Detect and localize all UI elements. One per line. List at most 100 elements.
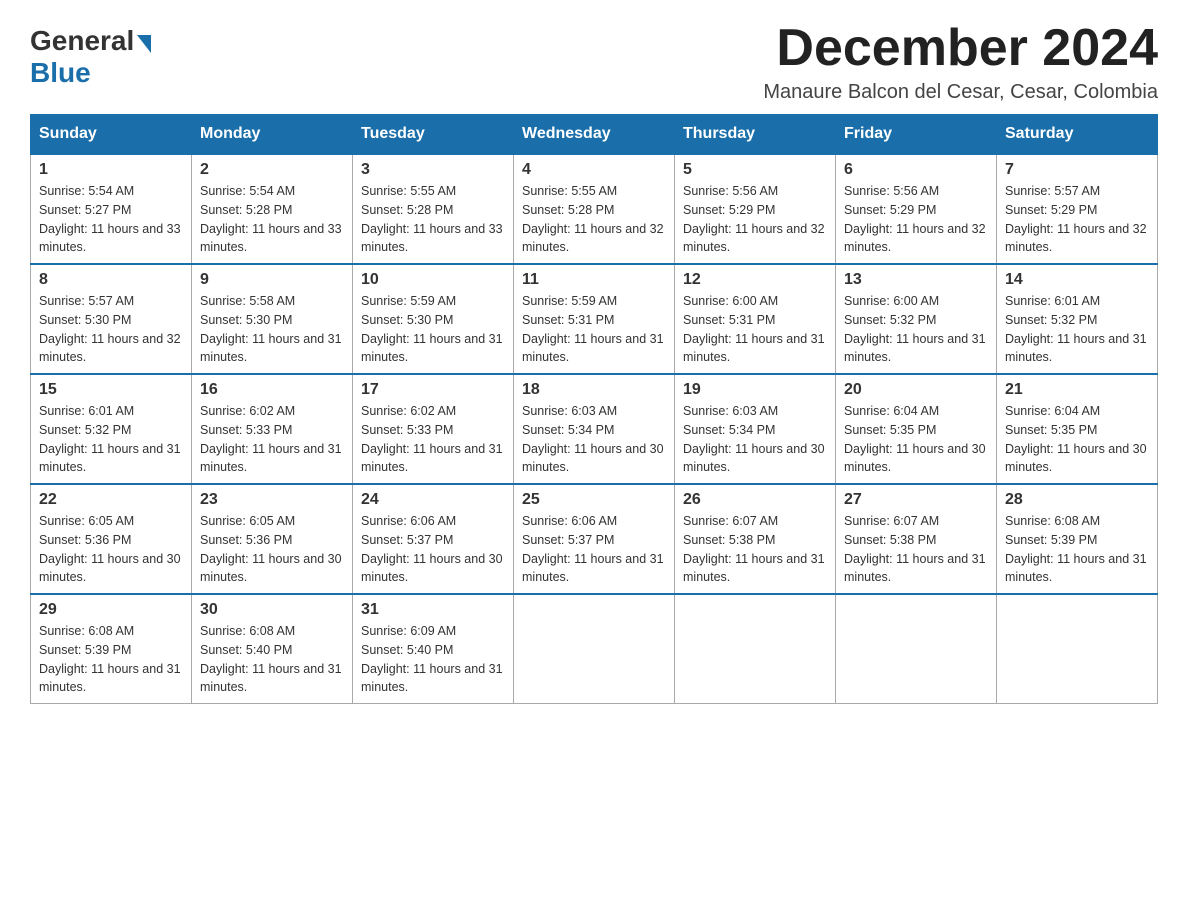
calendar-cell: 5 Sunrise: 5:56 AMSunset: 5:29 PMDayligh… [675,154,836,264]
day-number: 16 [200,381,344,399]
day-info: Sunrise: 6:02 AMSunset: 5:33 PMDaylight:… [361,404,503,474]
logo-arrow-icon [137,35,151,53]
calendar-cell: 2 Sunrise: 5:54 AMSunset: 5:28 PMDayligh… [192,154,353,264]
day-number: 6 [844,161,988,179]
location-subtitle: Manaure Balcon del Cesar, Cesar, Colombi… [763,81,1158,104]
day-info: Sunrise: 6:07 AMSunset: 5:38 PMDaylight:… [844,514,986,584]
day-info: Sunrise: 5:55 AMSunset: 5:28 PMDaylight:… [522,184,664,254]
day-number: 31 [361,601,505,619]
day-info: Sunrise: 6:01 AMSunset: 5:32 PMDaylight:… [1005,294,1147,364]
col-header-wednesday: Wednesday [514,115,675,155]
col-header-monday: Monday [192,115,353,155]
day-number: 1 [39,161,183,179]
day-number: 12 [683,271,827,289]
day-info: Sunrise: 6:04 AMSunset: 5:35 PMDaylight:… [844,404,986,474]
day-number: 4 [522,161,666,179]
day-number: 24 [361,491,505,509]
logo-blue-text: Blue [30,57,91,89]
day-info: Sunrise: 6:07 AMSunset: 5:38 PMDaylight:… [683,514,825,584]
calendar-week-row: 1 Sunrise: 5:54 AMSunset: 5:27 PMDayligh… [31,154,1158,264]
day-info: Sunrise: 6:00 AMSunset: 5:31 PMDaylight:… [683,294,825,364]
day-number: 15 [39,381,183,399]
day-number: 13 [844,271,988,289]
calendar-cell: 24 Sunrise: 6:06 AMSunset: 5:37 PMDaylig… [353,484,514,594]
day-number: 8 [39,271,183,289]
calendar-cell: 11 Sunrise: 5:59 AMSunset: 5:31 PMDaylig… [514,264,675,374]
day-number: 17 [361,381,505,399]
calendar-cell: 28 Sunrise: 6:08 AMSunset: 5:39 PMDaylig… [997,484,1158,594]
day-info: Sunrise: 5:56 AMSunset: 5:29 PMDaylight:… [683,184,825,254]
day-number: 21 [1005,381,1149,399]
day-info: Sunrise: 6:02 AMSunset: 5:33 PMDaylight:… [200,404,342,474]
day-number: 30 [200,601,344,619]
calendar-cell: 23 Sunrise: 6:05 AMSunset: 5:36 PMDaylig… [192,484,353,594]
day-info: Sunrise: 5:57 AMSunset: 5:30 PMDaylight:… [39,294,181,364]
day-number: 28 [1005,491,1149,509]
calendar-cell: 14 Sunrise: 6:01 AMSunset: 5:32 PMDaylig… [997,264,1158,374]
day-number: 9 [200,271,344,289]
day-info: Sunrise: 5:55 AMSunset: 5:28 PMDaylight:… [361,184,503,254]
col-header-thursday: Thursday [675,115,836,155]
calendar-week-row: 8 Sunrise: 5:57 AMSunset: 5:30 PMDayligh… [31,264,1158,374]
day-number: 7 [1005,161,1149,179]
day-info: Sunrise: 6:00 AMSunset: 5:32 PMDaylight:… [844,294,986,364]
day-info: Sunrise: 6:03 AMSunset: 5:34 PMDaylight:… [683,404,825,474]
calendar-cell: 22 Sunrise: 6:05 AMSunset: 5:36 PMDaylig… [31,484,192,594]
day-info: Sunrise: 6:05 AMSunset: 5:36 PMDaylight:… [200,514,342,584]
day-info: Sunrise: 6:08 AMSunset: 5:39 PMDaylight:… [1005,514,1147,584]
day-number: 23 [200,491,344,509]
day-info: Sunrise: 5:59 AMSunset: 5:31 PMDaylight:… [522,294,664,364]
day-info: Sunrise: 6:08 AMSunset: 5:39 PMDaylight:… [39,624,181,694]
logo: General Blue [30,20,151,89]
day-info: Sunrise: 6:08 AMSunset: 5:40 PMDaylight:… [200,624,342,694]
calendar-cell: 21 Sunrise: 6:04 AMSunset: 5:35 PMDaylig… [997,374,1158,484]
calendar-cell: 12 Sunrise: 6:00 AMSunset: 5:31 PMDaylig… [675,264,836,374]
calendar-cell: 4 Sunrise: 5:55 AMSunset: 5:28 PMDayligh… [514,154,675,264]
day-number: 27 [844,491,988,509]
day-number: 18 [522,381,666,399]
calendar-cell: 7 Sunrise: 5:57 AMSunset: 5:29 PMDayligh… [997,154,1158,264]
calendar-cell [675,594,836,704]
calendar-cell: 29 Sunrise: 6:08 AMSunset: 5:39 PMDaylig… [31,594,192,704]
calendar-header-row: SundayMondayTuesdayWednesdayThursdayFrid… [31,115,1158,155]
calendar-cell: 15 Sunrise: 6:01 AMSunset: 5:32 PMDaylig… [31,374,192,484]
day-number: 11 [522,271,666,289]
day-number: 20 [844,381,988,399]
day-info: Sunrise: 6:06 AMSunset: 5:37 PMDaylight:… [522,514,664,584]
day-number: 22 [39,491,183,509]
calendar-cell: 18 Sunrise: 6:03 AMSunset: 5:34 PMDaylig… [514,374,675,484]
calendar-table: SundayMondayTuesdayWednesdayThursdayFrid… [30,114,1158,704]
col-header-saturday: Saturday [997,115,1158,155]
logo-general-text: General [30,25,134,57]
calendar-cell: 9 Sunrise: 5:58 AMSunset: 5:30 PMDayligh… [192,264,353,374]
col-header-tuesday: Tuesday [353,115,514,155]
day-info: Sunrise: 5:56 AMSunset: 5:29 PMDaylight:… [844,184,986,254]
calendar-cell [514,594,675,704]
day-info: Sunrise: 5:54 AMSunset: 5:28 PMDaylight:… [200,184,342,254]
col-header-friday: Friday [836,115,997,155]
calendar-cell: 1 Sunrise: 5:54 AMSunset: 5:27 PMDayligh… [31,154,192,264]
day-number: 25 [522,491,666,509]
day-number: 10 [361,271,505,289]
day-info: Sunrise: 6:01 AMSunset: 5:32 PMDaylight:… [39,404,181,474]
calendar-week-row: 29 Sunrise: 6:08 AMSunset: 5:39 PMDaylig… [31,594,1158,704]
calendar-cell: 26 Sunrise: 6:07 AMSunset: 5:38 PMDaylig… [675,484,836,594]
calendar-cell [836,594,997,704]
calendar-cell: 20 Sunrise: 6:04 AMSunset: 5:35 PMDaylig… [836,374,997,484]
day-info: Sunrise: 5:59 AMSunset: 5:30 PMDaylight:… [361,294,503,364]
calendar-cell: 19 Sunrise: 6:03 AMSunset: 5:34 PMDaylig… [675,374,836,484]
day-number: 19 [683,381,827,399]
title-section: December 2024 Manaure Balcon del Cesar, … [763,20,1158,104]
calendar-cell: 27 Sunrise: 6:07 AMSunset: 5:38 PMDaylig… [836,484,997,594]
calendar-cell: 3 Sunrise: 5:55 AMSunset: 5:28 PMDayligh… [353,154,514,264]
calendar-cell: 16 Sunrise: 6:02 AMSunset: 5:33 PMDaylig… [192,374,353,484]
page-header: General Blue December 2024 Manaure Balco… [30,20,1158,104]
calendar-cell: 17 Sunrise: 6:02 AMSunset: 5:33 PMDaylig… [353,374,514,484]
calendar-cell: 30 Sunrise: 6:08 AMSunset: 5:40 PMDaylig… [192,594,353,704]
calendar-cell: 10 Sunrise: 5:59 AMSunset: 5:30 PMDaylig… [353,264,514,374]
day-info: Sunrise: 5:57 AMSunset: 5:29 PMDaylight:… [1005,184,1147,254]
day-number: 3 [361,161,505,179]
col-header-sunday: Sunday [31,115,192,155]
day-info: Sunrise: 5:54 AMSunset: 5:27 PMDaylight:… [39,184,181,254]
calendar-cell [997,594,1158,704]
